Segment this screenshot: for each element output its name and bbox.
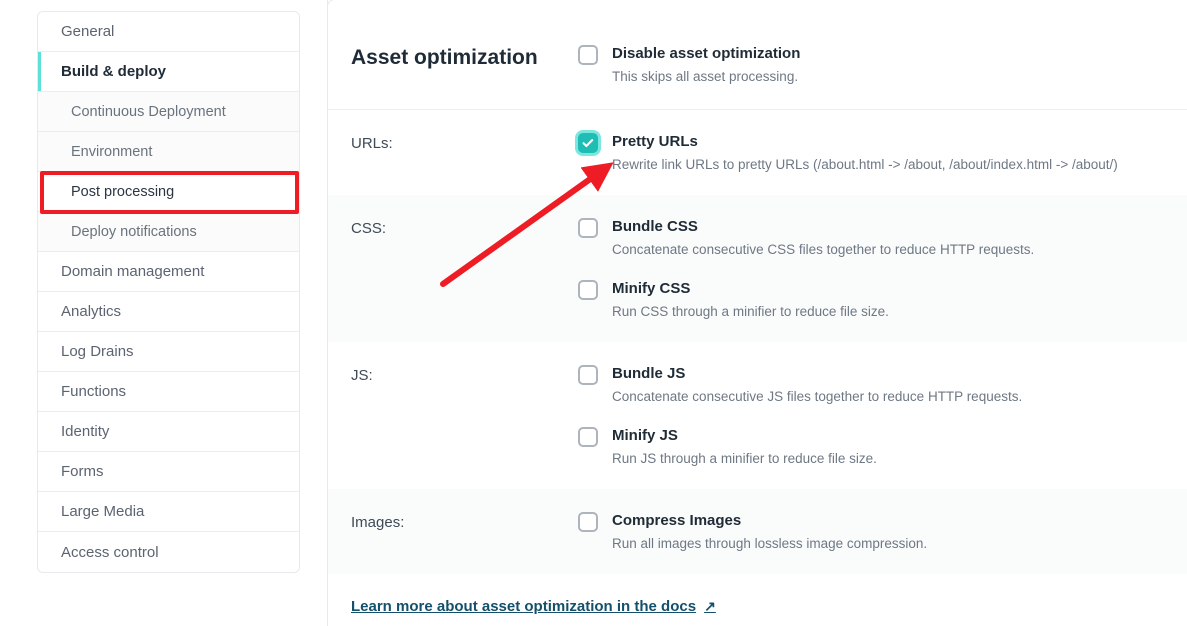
sidebar-item-functions[interactable]: Functions bbox=[38, 372, 299, 412]
sidebar-item-build-deploy[interactable]: Build & deploy bbox=[38, 52, 299, 92]
option-description: Run CSS through a minifier to reduce fil… bbox=[612, 304, 889, 319]
sidebar-item-log-drains[interactable]: Log Drains bbox=[38, 332, 299, 372]
option-pretty-urls[interactable]: Pretty URLs Rewrite link URLs to pretty U… bbox=[578, 132, 1187, 175]
option-text: Bundle JS Concatenate consecutive JS file… bbox=[598, 364, 1022, 407]
option-row: Images: Compress Images Run all images thr… bbox=[328, 489, 1187, 574]
settings-page: General Build & deploy Continuous Deployme… bbox=[0, 0, 1187, 626]
sidebar-item-label: Identity bbox=[61, 423, 110, 440]
option-label: Disable asset optimization bbox=[612, 45, 801, 62]
option-rows: URLs: Pretty URLs Rewrite link URLs to pre… bbox=[328, 110, 1187, 574]
disable-asset-optimization-checkbox[interactable] bbox=[578, 45, 598, 65]
option-disable-asset-optimization[interactable]: Disable asset optimization This skips al… bbox=[578, 44, 1187, 87]
option-row: URLs: Pretty URLs Rewrite link URLs to pre… bbox=[328, 110, 1187, 195]
option-description: Concatenate consecutive CSS files togeth… bbox=[612, 242, 1035, 257]
bundle-js-checkbox[interactable] bbox=[578, 365, 598, 385]
option-row: JS: Bundle JS Concatenate consecutive JS f… bbox=[328, 342, 1187, 489]
option-text: Compress Images Run all images through lo… bbox=[598, 511, 927, 554]
option-row-label: URLs: bbox=[351, 135, 393, 152]
pretty-urls-checkbox[interactable] bbox=[578, 133, 598, 153]
sidebar-item-analytics[interactable]: Analytics bbox=[38, 292, 299, 332]
bundle-css-checkbox[interactable] bbox=[578, 218, 598, 238]
sidebar-item-label: Analytics bbox=[61, 303, 122, 320]
sidebar-item-continuous-deployment[interactable]: Continuous Deployment bbox=[38, 92, 299, 132]
option-label: Compress Images bbox=[612, 512, 742, 529]
asset-optimization-docs-link[interactable]: Learn more about asset optimization in t… bbox=[351, 598, 716, 615]
minify-css-checkbox[interactable] bbox=[578, 280, 598, 300]
sidebar-item-label: Deploy notifications bbox=[71, 223, 197, 240]
option-row-label: Images: bbox=[351, 514, 405, 531]
sidebar-item-identity[interactable]: Identity bbox=[38, 412, 299, 452]
active-accent-bar bbox=[38, 52, 41, 91]
sidebar-item-forms[interactable]: Forms bbox=[38, 452, 299, 492]
option-row-fields: Bundle JS Concatenate consecutive JS file… bbox=[578, 364, 1187, 469]
sidebar-item-label: Build & deploy bbox=[61, 63, 166, 80]
sidebar-item-post-processing[interactable]: Post processing bbox=[38, 172, 299, 212]
option-row-fields: Pretty URLs Rewrite link URLs to pretty U… bbox=[578, 132, 1187, 175]
option-description: Run JS through a minifier to reduce file… bbox=[612, 451, 877, 466]
sidebar-item-environment[interactable]: Environment bbox=[38, 132, 299, 172]
option-row: CSS: Bundle CSS Concatenate consecutive CS… bbox=[328, 195, 1187, 342]
sidebar-item-label: Continuous Deployment bbox=[71, 103, 226, 120]
sidebar-item-label: Log Drains bbox=[61, 343, 134, 360]
option-row-fields: Bundle CSS Concatenate consecutive CSS fi… bbox=[578, 217, 1187, 322]
sidebar-item-large-media[interactable]: Large Media bbox=[38, 492, 299, 532]
option-label: Minify JS bbox=[612, 427, 678, 444]
sidebar-item-label: Environment bbox=[71, 143, 153, 160]
asset-optimization-panel: Asset optimization Disable asset optimiz… bbox=[327, 0, 1187, 626]
option-minify-js[interactable]: Minify JS Run JS through a minifier to re… bbox=[578, 426, 1187, 469]
sidebar-item-general[interactable]: General bbox=[38, 12, 299, 52]
sidebar-item-label: Forms bbox=[61, 463, 104, 480]
sidebar-item-label: Large Media bbox=[61, 503, 145, 520]
option-compress-images[interactable]: Compress Images Run all images through lo… bbox=[578, 511, 1187, 554]
option-description: Rewrite link URLs to pretty URLs (/about… bbox=[612, 157, 1118, 172]
option-row-fields: Compress Images Run all images through lo… bbox=[578, 511, 1187, 554]
panel-footer: Learn more about asset optimization in t… bbox=[328, 574, 1187, 616]
option-minify-css[interactable]: Minify CSS Run CSS through a minifier to … bbox=[578, 279, 1187, 322]
external-link-icon: ↗ bbox=[704, 598, 716, 614]
option-label: Bundle JS bbox=[612, 365, 686, 382]
docs-link-label: Learn more about asset optimization in t… bbox=[351, 598, 697, 615]
sidebar-item-label: Functions bbox=[61, 383, 127, 400]
option-description: Run all images through lossless image co… bbox=[612, 536, 928, 551]
sidebar-item-label: Domain management bbox=[61, 263, 205, 280]
sidebar-item-label: Post processing bbox=[71, 183, 175, 200]
header-options: Disable asset optimization This skips al… bbox=[578, 44, 1187, 87]
compress-images-checkbox[interactable] bbox=[578, 512, 598, 532]
sidebar-item-label: Access control bbox=[61, 543, 159, 561]
option-description: Concatenate consecutive JS files togethe… bbox=[612, 389, 1023, 404]
sidebar-item-domain-management[interactable]: Domain management bbox=[38, 252, 299, 292]
settings-sidebar: General Build & deploy Continuous Deployme… bbox=[37, 11, 300, 573]
option-text: Bundle CSS Concatenate consecutive CSS fi… bbox=[598, 217, 1034, 260]
option-label: Pretty URLs bbox=[612, 133, 698, 150]
option-text: Disable asset optimization This skips al… bbox=[598, 44, 800, 87]
option-text: Pretty URLs Rewrite link URLs to pretty U… bbox=[598, 132, 1118, 175]
option-bundle-css[interactable]: Bundle CSS Concatenate consecutive CSS fi… bbox=[578, 217, 1187, 260]
sidebar-item-label: General bbox=[61, 23, 115, 40]
sidebar-item-deploy-notifications[interactable]: Deploy notifications bbox=[38, 212, 299, 252]
option-row-label: JS: bbox=[351, 367, 373, 384]
option-text: Minify CSS Run CSS through a minifier to … bbox=[598, 279, 889, 322]
minify-js-checkbox[interactable] bbox=[578, 427, 598, 447]
option-text: Minify JS Run JS through a minifier to re… bbox=[598, 426, 877, 469]
option-row-label: CSS: bbox=[351, 220, 387, 237]
option-description: This skips all asset processing. bbox=[612, 69, 799, 84]
sidebar-item-access-control[interactable]: Access control bbox=[38, 532, 299, 572]
option-label: Bundle CSS bbox=[612, 218, 698, 235]
form-actions: Save Cancel bbox=[328, 616, 1187, 626]
option-label: Minify CSS bbox=[612, 280, 691, 297]
page-title: Asset optimization bbox=[351, 46, 538, 69]
option-bundle-js[interactable]: Bundle JS Concatenate consecutive JS file… bbox=[578, 364, 1187, 407]
panel-header-row: Asset optimization Disable asset optimiz… bbox=[328, 0, 1187, 110]
